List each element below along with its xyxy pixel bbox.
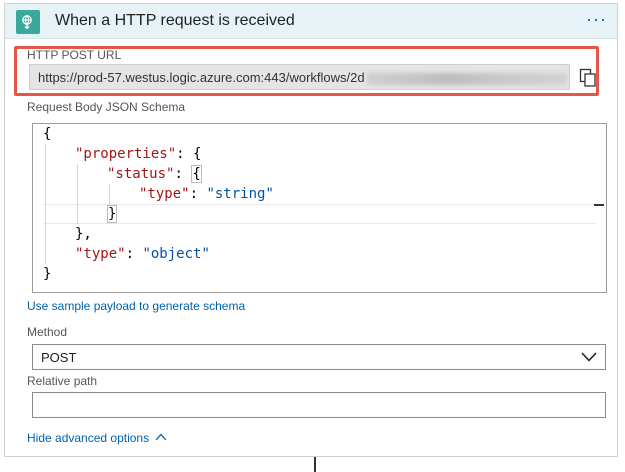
method-label: Method xyxy=(27,325,68,339)
method-value: POST xyxy=(41,350,77,365)
post-url-field[interactable]: https://prod-57.westus.logic.azure.com:4… xyxy=(29,64,570,90)
code-line: "type": "string" xyxy=(139,186,274,202)
sample-payload-link[interactable]: Use sample payload to generate schema xyxy=(27,299,245,313)
indent-guide xyxy=(109,184,110,204)
code-line: }, xyxy=(75,226,92,242)
code-line: "type": "object" xyxy=(75,246,210,262)
chevron-down-icon xyxy=(581,352,597,362)
trigger-header[interactable]: When a HTTP request is received ··· xyxy=(5,4,617,39)
method-select[interactable]: POST xyxy=(32,344,606,370)
indent-guide xyxy=(77,164,78,224)
url-redaction xyxy=(366,72,567,85)
flow-connector xyxy=(314,457,316,472)
post-url-value: https://prod-57.westus.logic.azure.com:4… xyxy=(38,70,365,85)
chevron-up-icon xyxy=(155,433,167,441)
schema-label: Request Body JSON Schema xyxy=(27,100,186,114)
code-line: } xyxy=(107,205,118,223)
hide-advanced-options-link[interactable]: Hide advanced options xyxy=(27,431,167,445)
code-line: "status": { xyxy=(107,165,202,183)
relative-path-input[interactable] xyxy=(32,392,606,418)
code-line: { xyxy=(43,126,52,142)
json-schema-editor[interactable]: { "properties": { "status": { "type": "s… xyxy=(32,123,607,293)
code-line: "properties": { xyxy=(75,146,202,162)
relative-path-label: Relative path xyxy=(27,374,98,388)
copy-icon[interactable] xyxy=(579,68,597,88)
trigger-card: When a HTTP request is received ··· HTTP… xyxy=(4,3,618,457)
trigger-title: When a HTTP request is received xyxy=(55,12,295,29)
post-url-label: HTTP POST URL xyxy=(27,48,122,62)
code-line: } xyxy=(43,266,52,282)
http-request-icon xyxy=(16,10,40,34)
hide-advanced-options-label: Hide advanced options xyxy=(27,431,150,445)
ellipsis-icon[interactable]: ··· xyxy=(586,9,607,30)
indent-guide xyxy=(45,144,46,264)
